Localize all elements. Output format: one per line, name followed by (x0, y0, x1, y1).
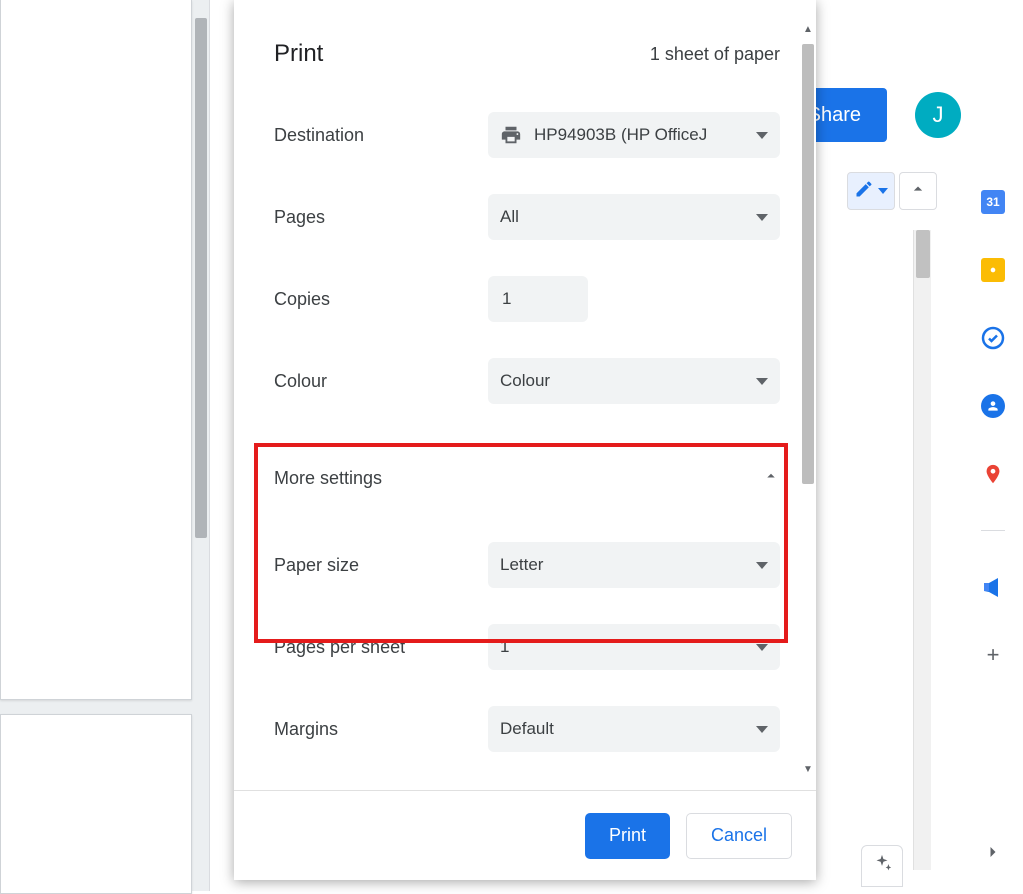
show-side-panel-button[interactable] (973, 835, 1013, 875)
collapse-toolbar-button[interactable] (899, 172, 937, 210)
avatar-initial: J (933, 102, 944, 128)
keep-icon[interactable] (981, 258, 1005, 282)
dialog-footer: Print Cancel (234, 790, 816, 880)
pages-label: Pages (274, 207, 488, 228)
side-panel: 31 + (963, 160, 1023, 891)
chevron-up-icon (762, 467, 780, 490)
pages-per-sheet-value: 1 (500, 637, 509, 657)
sheet-count: 1 sheet of paper (650, 44, 780, 65)
margins-label: Margins (274, 719, 488, 740)
caret-down-icon (756, 378, 768, 385)
preview-page-2[interactable] (0, 714, 192, 894)
document-scroll-thumb[interactable] (916, 230, 930, 278)
colour-select[interactable]: Colour (488, 358, 780, 404)
dialog-title: Print (274, 40, 323, 68)
pages-per-sheet-label: Pages per sheet (274, 637, 488, 658)
print-preview-pane (0, 0, 210, 891)
chevron-up-icon (908, 179, 928, 204)
caret-down-icon (756, 644, 768, 651)
document-scrollbar[interactable] (913, 230, 931, 870)
print-button[interactable]: Print (585, 813, 670, 859)
sparkle-icon (871, 853, 893, 880)
cancel-button-label: Cancel (711, 825, 767, 846)
pages-value: All (500, 207, 519, 227)
cancel-button[interactable]: Cancel (686, 813, 792, 859)
maps-icon[interactable] (981, 462, 1005, 486)
dialog-scrollbar[interactable]: ▲ ▼ (800, 12, 816, 778)
caret-down-icon (756, 726, 768, 733)
pages-per-sheet-select[interactable]: 1 (488, 624, 780, 670)
contacts-icon[interactable] (981, 394, 1005, 418)
margins-value: Default (500, 719, 554, 739)
colour-value: Colour (500, 371, 550, 391)
printer-icon (500, 124, 522, 146)
preview-scroll-thumb[interactable] (195, 18, 207, 538)
side-panel-separator (981, 530, 1005, 531)
campaign-icon[interactable] (981, 575, 1005, 599)
colour-label: Colour (274, 371, 488, 392)
explore-button[interactable] (861, 845, 903, 887)
copies-input[interactable] (488, 276, 588, 322)
account-avatar[interactable]: J (915, 92, 961, 138)
tasks-icon[interactable] (981, 326, 1005, 350)
paper-size-value: Letter (500, 555, 543, 575)
copies-label: Copies (274, 289, 488, 310)
paper-size-label: Paper size (274, 555, 488, 576)
pages-select[interactable]: All (488, 194, 780, 240)
calendar-day: 31 (986, 195, 999, 209)
calendar-icon[interactable]: 31 (981, 190, 1005, 214)
editing-mode-button[interactable] (847, 172, 895, 210)
caret-down-icon (756, 132, 768, 139)
destination-label: Destination (274, 125, 488, 146)
preview-page-1[interactable] (0, 0, 192, 700)
dialog-scroll-thumb[interactable] (802, 44, 814, 484)
print-dialog: Print 1 sheet of paper Destination HP949… (234, 0, 816, 880)
destination-value: HP94903B (HP OfficeJ (534, 125, 707, 145)
destination-select[interactable]: HP94903B (HP OfficeJ (488, 112, 780, 158)
plus-icon: + (987, 642, 1000, 668)
scroll-up-arrow[interactable]: ▲ (802, 22, 814, 36)
chevron-right-icon (983, 842, 1003, 868)
scroll-down-arrow[interactable]: ▼ (802, 762, 814, 776)
paper-size-select[interactable]: Letter (488, 542, 780, 588)
margins-select[interactable]: Default (488, 706, 780, 752)
print-button-label: Print (609, 825, 646, 846)
preview-scrollbar[interactable] (193, 10, 209, 881)
caret-down-icon (878, 188, 888, 194)
more-settings-label: More settings (274, 468, 382, 489)
more-settings-toggle[interactable]: More settings (274, 458, 780, 498)
get-addons-button[interactable]: + (981, 643, 1005, 667)
pencil-icon (854, 179, 874, 204)
caret-down-icon (756, 562, 768, 569)
caret-down-icon (756, 214, 768, 221)
